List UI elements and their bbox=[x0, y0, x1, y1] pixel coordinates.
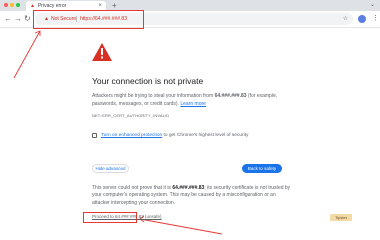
annotation-box-url bbox=[33, 10, 144, 29]
star-icon[interactable]: ☆ bbox=[343, 13, 348, 25]
annotation-arrow-proceed bbox=[139, 218, 223, 235]
warning-triangle-large-icon bbox=[92, 43, 112, 61]
back-to-safety-button[interactable]: Back to safety bbox=[242, 164, 282, 173]
protection-suffix: to get Chrome's highest level of securit… bbox=[163, 133, 249, 138]
reload-icon[interactable]: ↻ bbox=[24, 11, 31, 27]
forward-arrow-icon[interactable]: → bbox=[14, 11, 22, 27]
advanced-explanation: This server could not prove that it is 6… bbox=[92, 185, 291, 206]
minimize-window-button[interactable] bbox=[10, 3, 14, 7]
profile-avatar[interactable] bbox=[358, 15, 366, 23]
enhanced-protection-checkbox[interactable] bbox=[92, 133, 97, 138]
hide-advanced-button[interactable]: Hide advanced bbox=[92, 164, 129, 173]
chevron-down-icon[interactable]: ⌄ bbox=[370, 0, 375, 11]
enhanced-protection-link[interactable]: Turn on enhanced protection bbox=[101, 133, 162, 138]
annotation-arrow-url bbox=[13, 30, 41, 79]
error-code: NET::ERR_CERT_AUTHORITY_INVALID bbox=[92, 113, 170, 118]
page-title: Your connection is not private bbox=[92, 76, 204, 86]
page-description: Attackers might be trying to steal your … bbox=[92, 93, 278, 107]
kebab-menu-icon[interactable]: ⋮ bbox=[372, 11, 379, 27]
enhanced-protection-row: Turn on enhanced protection to get Chrom… bbox=[92, 133, 292, 138]
learn-more-link[interactable]: Learn more bbox=[180, 101, 206, 107]
close-window-button[interactable] bbox=[4, 3, 8, 7]
tipster-tag: Tipster bbox=[330, 214, 352, 221]
explanation-host: 64.###.###.83 bbox=[172, 185, 205, 191]
window-controls bbox=[4, 3, 20, 7]
description-host: 64.###.###.83 bbox=[214, 93, 247, 99]
zoom-window-button[interactable] bbox=[16, 3, 20, 7]
annotation-box-proceed bbox=[83, 212, 137, 223]
back-arrow-icon[interactable]: ← bbox=[4, 11, 12, 27]
